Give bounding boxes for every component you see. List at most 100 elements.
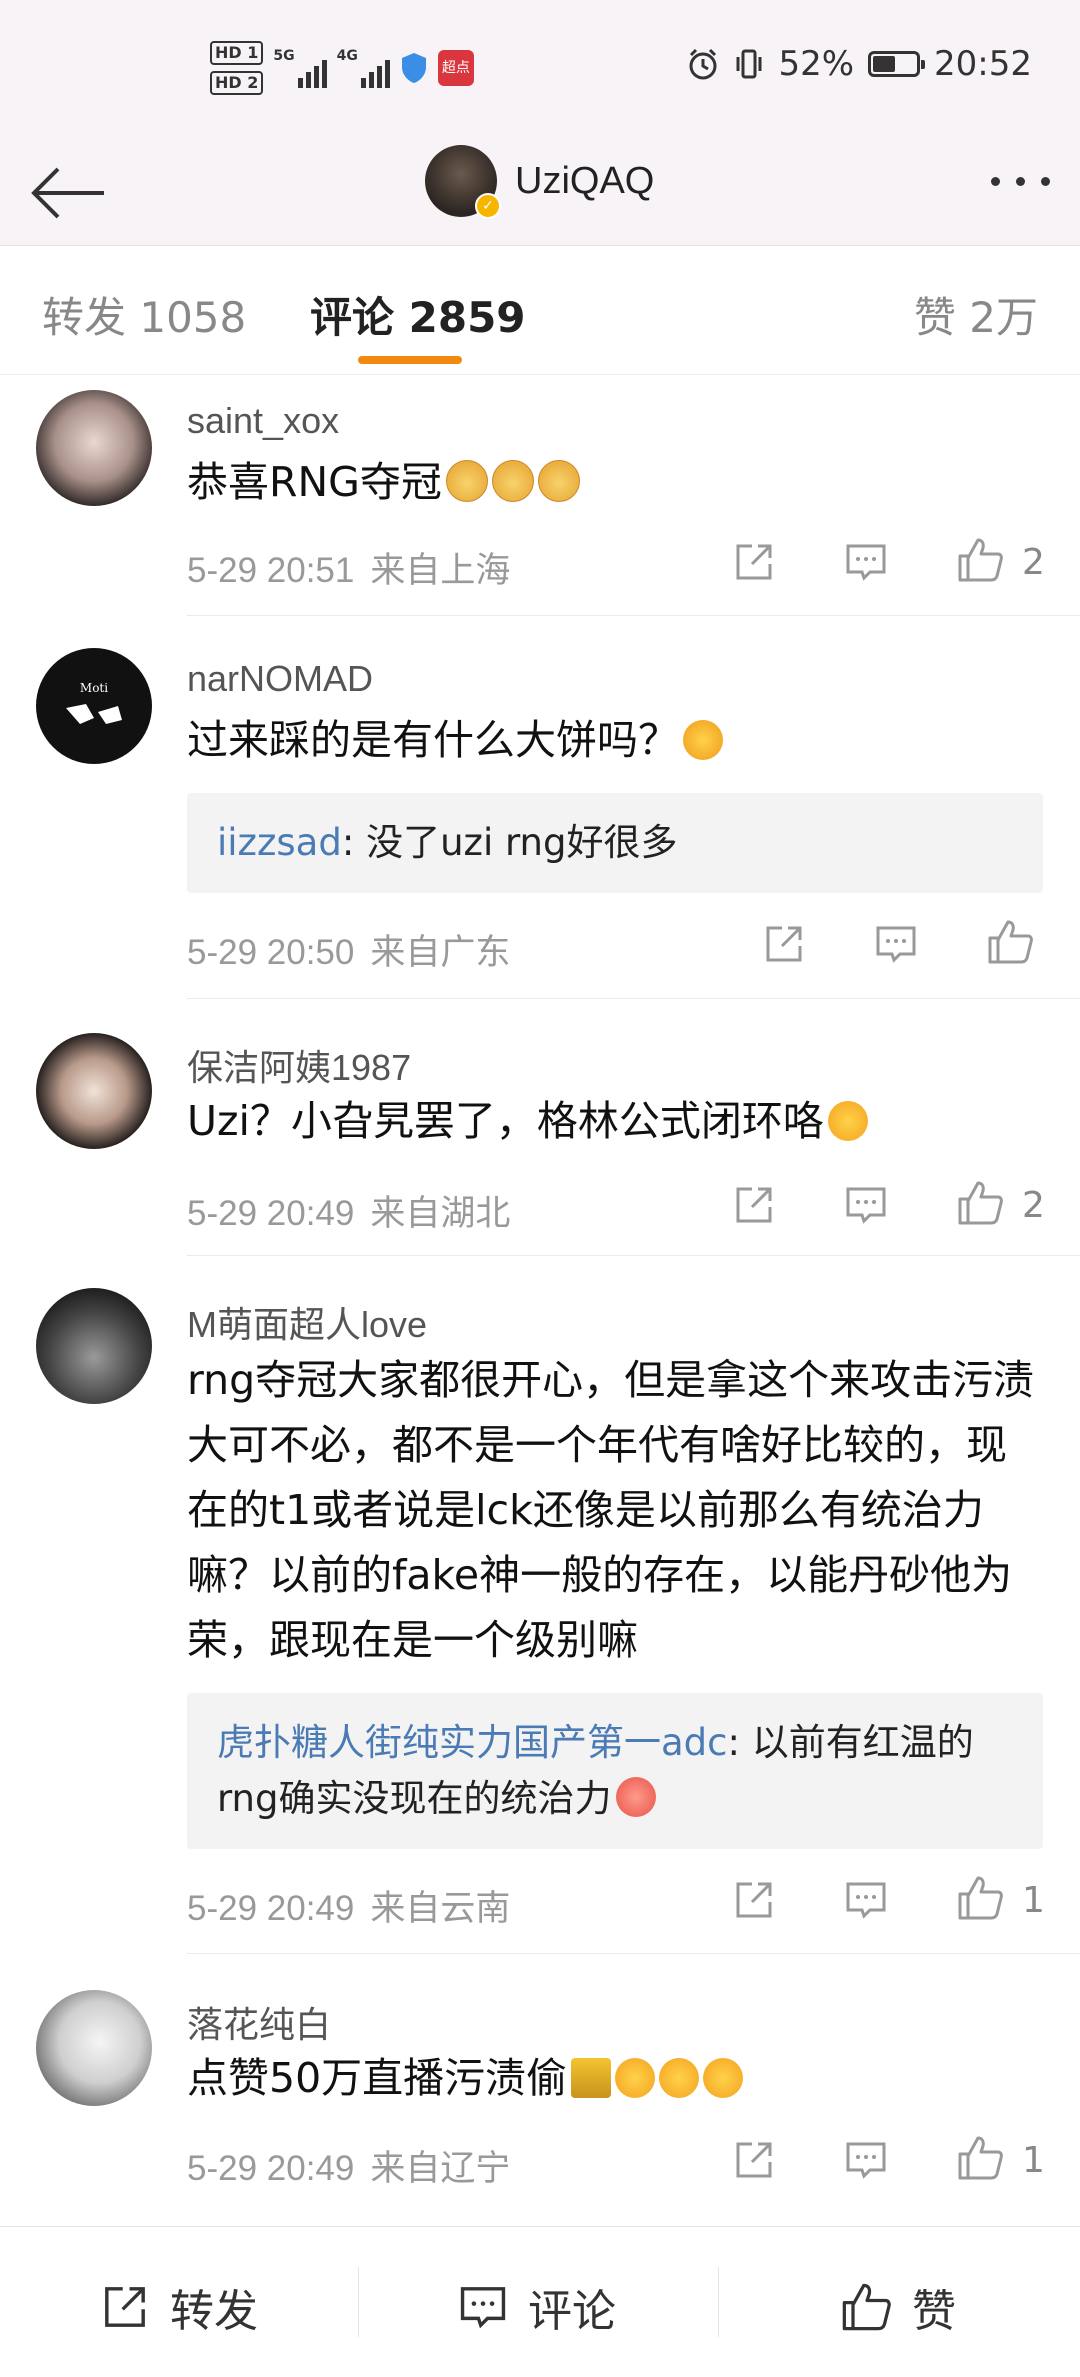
vibrate-icon [736, 49, 762, 79]
like-count: 2 [1022, 542, 1045, 583]
like-icon[interactable] [956, 1179, 1004, 1227]
like-icon[interactable] [956, 1874, 1004, 1922]
like-label: 赞 [912, 2286, 956, 2337]
share-icon[interactable] [762, 922, 806, 966]
comment-body: Uzi？小旮旯罢了，格林公式闭环咯 [187, 1097, 824, 1145]
divider [187, 615, 1080, 616]
repost-button[interactable]: 转发 [100, 2275, 258, 2339]
reply-username[interactable]: 虎扑糖人街纯实力国产第一adc [217, 1721, 728, 1764]
comment-body: rng夺冠大家都很开心，但是拿这个来攻击污渍大可不必，都不是一个年代有啥好比较的… [187, 1356, 1035, 1664]
tab-repost[interactable]: 转发 1058 [42, 284, 246, 345]
share-icon[interactable] [732, 540, 776, 584]
avatar[interactable] [36, 1288, 152, 1404]
like-icon[interactable] [956, 2134, 1004, 2182]
cry-laugh-emoji-icon [615, 2058, 656, 2098]
comment-time: 5-29 20:49 [187, 1194, 355, 1233]
comment-time: 5-29 20:50 [187, 933, 355, 972]
reply-text: : 没了uzi rng好很多 [341, 821, 678, 864]
tab-comments[interactable]: 评论 2859 [310, 284, 526, 345]
comment-time: 5-29 20:49 [187, 1889, 355, 1928]
verified-badge-icon: ✓ [475, 193, 501, 219]
page-title[interactable]: UziQAQ [515, 160, 654, 203]
avatar[interactable]: ✓ [425, 145, 501, 219]
comment-location: 来自上海 [370, 551, 511, 591]
comment-location: 来自云南 [370, 1889, 511, 1929]
comment-text: Uzi？小旮旯罢了，格林公式闭环咯 [187, 1089, 1047, 1154]
net-label-5g: 5G [273, 48, 295, 64]
nav-user[interactable]: ✓ UziQAQ [425, 145, 654, 219]
comment-username[interactable]: 保洁阿姨1987 [187, 1039, 411, 1091]
status-left: HD 1 HD 2 5G 4G 超点 [210, 38, 474, 98]
comment-meta: 5-29 20:51 来自上海 [187, 542, 510, 593]
comment-username[interactable]: 落花纯白 [187, 1996, 331, 2048]
alarm-icon [689, 48, 717, 80]
like-button[interactable]: 赞 [840, 2275, 956, 2339]
clock: 20:52 [934, 44, 1032, 84]
comment-button[interactable]: 评论 [458, 2275, 616, 2339]
trophy-emoji-icon [571, 2058, 612, 2098]
svg-text:Moti: Moti [80, 681, 108, 695]
tab-likes[interactable]: 赞 2万 [914, 284, 1038, 345]
comment-icon[interactable] [874, 922, 918, 966]
comment-time: 5-29 20:51 [187, 551, 355, 590]
like-icon[interactable] [956, 536, 1004, 584]
comment-label: 评论 [528, 2286, 616, 2337]
comment-meta: 5-29 20:49 来自辽宁 [187, 2140, 510, 2191]
comment-body: 恭喜RNG夺冠 [187, 458, 442, 506]
status-right: 52% 20:52 [686, 44, 1032, 84]
avatar[interactable] [36, 1033, 152, 1149]
back-arrow-icon[interactable] [28, 165, 108, 221]
comment-location: 来自辽宁 [370, 2149, 511, 2189]
comment-username[interactable]: saint_xox [187, 400, 339, 442]
reply-box[interactable]: 虎扑糖人街纯实力国产第一adc: 以前有红温的rng确实没现在的统治力 [187, 1693, 1043, 1849]
avatar[interactable]: Moti [36, 648, 152, 764]
shield-icon [401, 53, 426, 83]
comment-text: 过来踩的是有什么大饼吗？ [187, 708, 1047, 773]
avatar[interactable] [36, 1990, 152, 2106]
repost-label: 转发 [170, 2286, 258, 2337]
comment-meta: 5-29 20:50 来自广东 [187, 924, 510, 975]
like-count: 1 [1022, 1880, 1045, 1921]
comment-icon[interactable] [844, 1183, 888, 1227]
app-badge-icon: 超点 [437, 50, 474, 86]
divider [187, 1255, 1080, 1256]
like-count: 1 [1022, 2140, 1045, 2181]
divider [718, 2267, 719, 2337]
pig-emoji-icon [615, 1777, 656, 1817]
reply-username[interactable]: iizzsad [217, 821, 342, 864]
comment-meta: 5-29 20:49 来自云南 [187, 1880, 510, 1931]
comment-icon[interactable] [844, 1878, 888, 1922]
tab-bar: 转发 1058 评论 2859 赞 2万 [0, 246, 1080, 375]
comment-icon[interactable] [844, 2138, 888, 2182]
comment-username[interactable]: M萌面超人love [187, 1296, 427, 1348]
comment-username[interactable]: narNOMAD [187, 658, 373, 700]
share-icon[interactable] [732, 2138, 776, 2182]
comment-body: 点赞50万直播污渍偷 [187, 2054, 568, 2102]
net-label-4g: 4G [336, 48, 358, 64]
share-icon [105, 2287, 145, 2327]
reply-box[interactable]: iizzsad: 没了uzi rng好很多 [187, 793, 1043, 893]
comment-icon [460, 2287, 506, 2329]
hd1-badge: HD 1 [210, 41, 264, 65]
comment-icon[interactable] [844, 540, 888, 584]
like-icon[interactable] [986, 918, 1034, 966]
hd-indicators: HD 1 HD 2 [210, 41, 264, 95]
like-icon [842, 2283, 891, 2331]
cry-laugh-emoji-icon [827, 1101, 868, 1141]
comment-time: 5-29 20:49 [187, 2149, 355, 2188]
divider [187, 1953, 1080, 1954]
dog-emoji-icon [537, 460, 580, 502]
share-icon[interactable] [732, 1183, 776, 1227]
comment-meta: 5-29 20:49 来自湖北 [187, 1185, 510, 1236]
laugh-cry-emoji-icon [683, 720, 723, 760]
like-count: 2 [1022, 1185, 1045, 1226]
cry-laugh-emoji-icon [703, 2058, 744, 2098]
more-icon[interactable] [991, 177, 1050, 186]
bottom-action-bar: 转发 评论 赞 [0, 2226, 1080, 2377]
comment-text: 点赞50万直播污渍偷 [187, 2046, 1047, 2111]
comment-text: 恭喜RNG夺冠 [187, 450, 1047, 515]
comment-location: 来自湖北 [370, 1194, 511, 1234]
avatar[interactable] [36, 390, 152, 506]
share-icon[interactable] [732, 1878, 776, 1922]
comment-body: 过来踩的是有什么大饼吗？ [187, 716, 679, 764]
